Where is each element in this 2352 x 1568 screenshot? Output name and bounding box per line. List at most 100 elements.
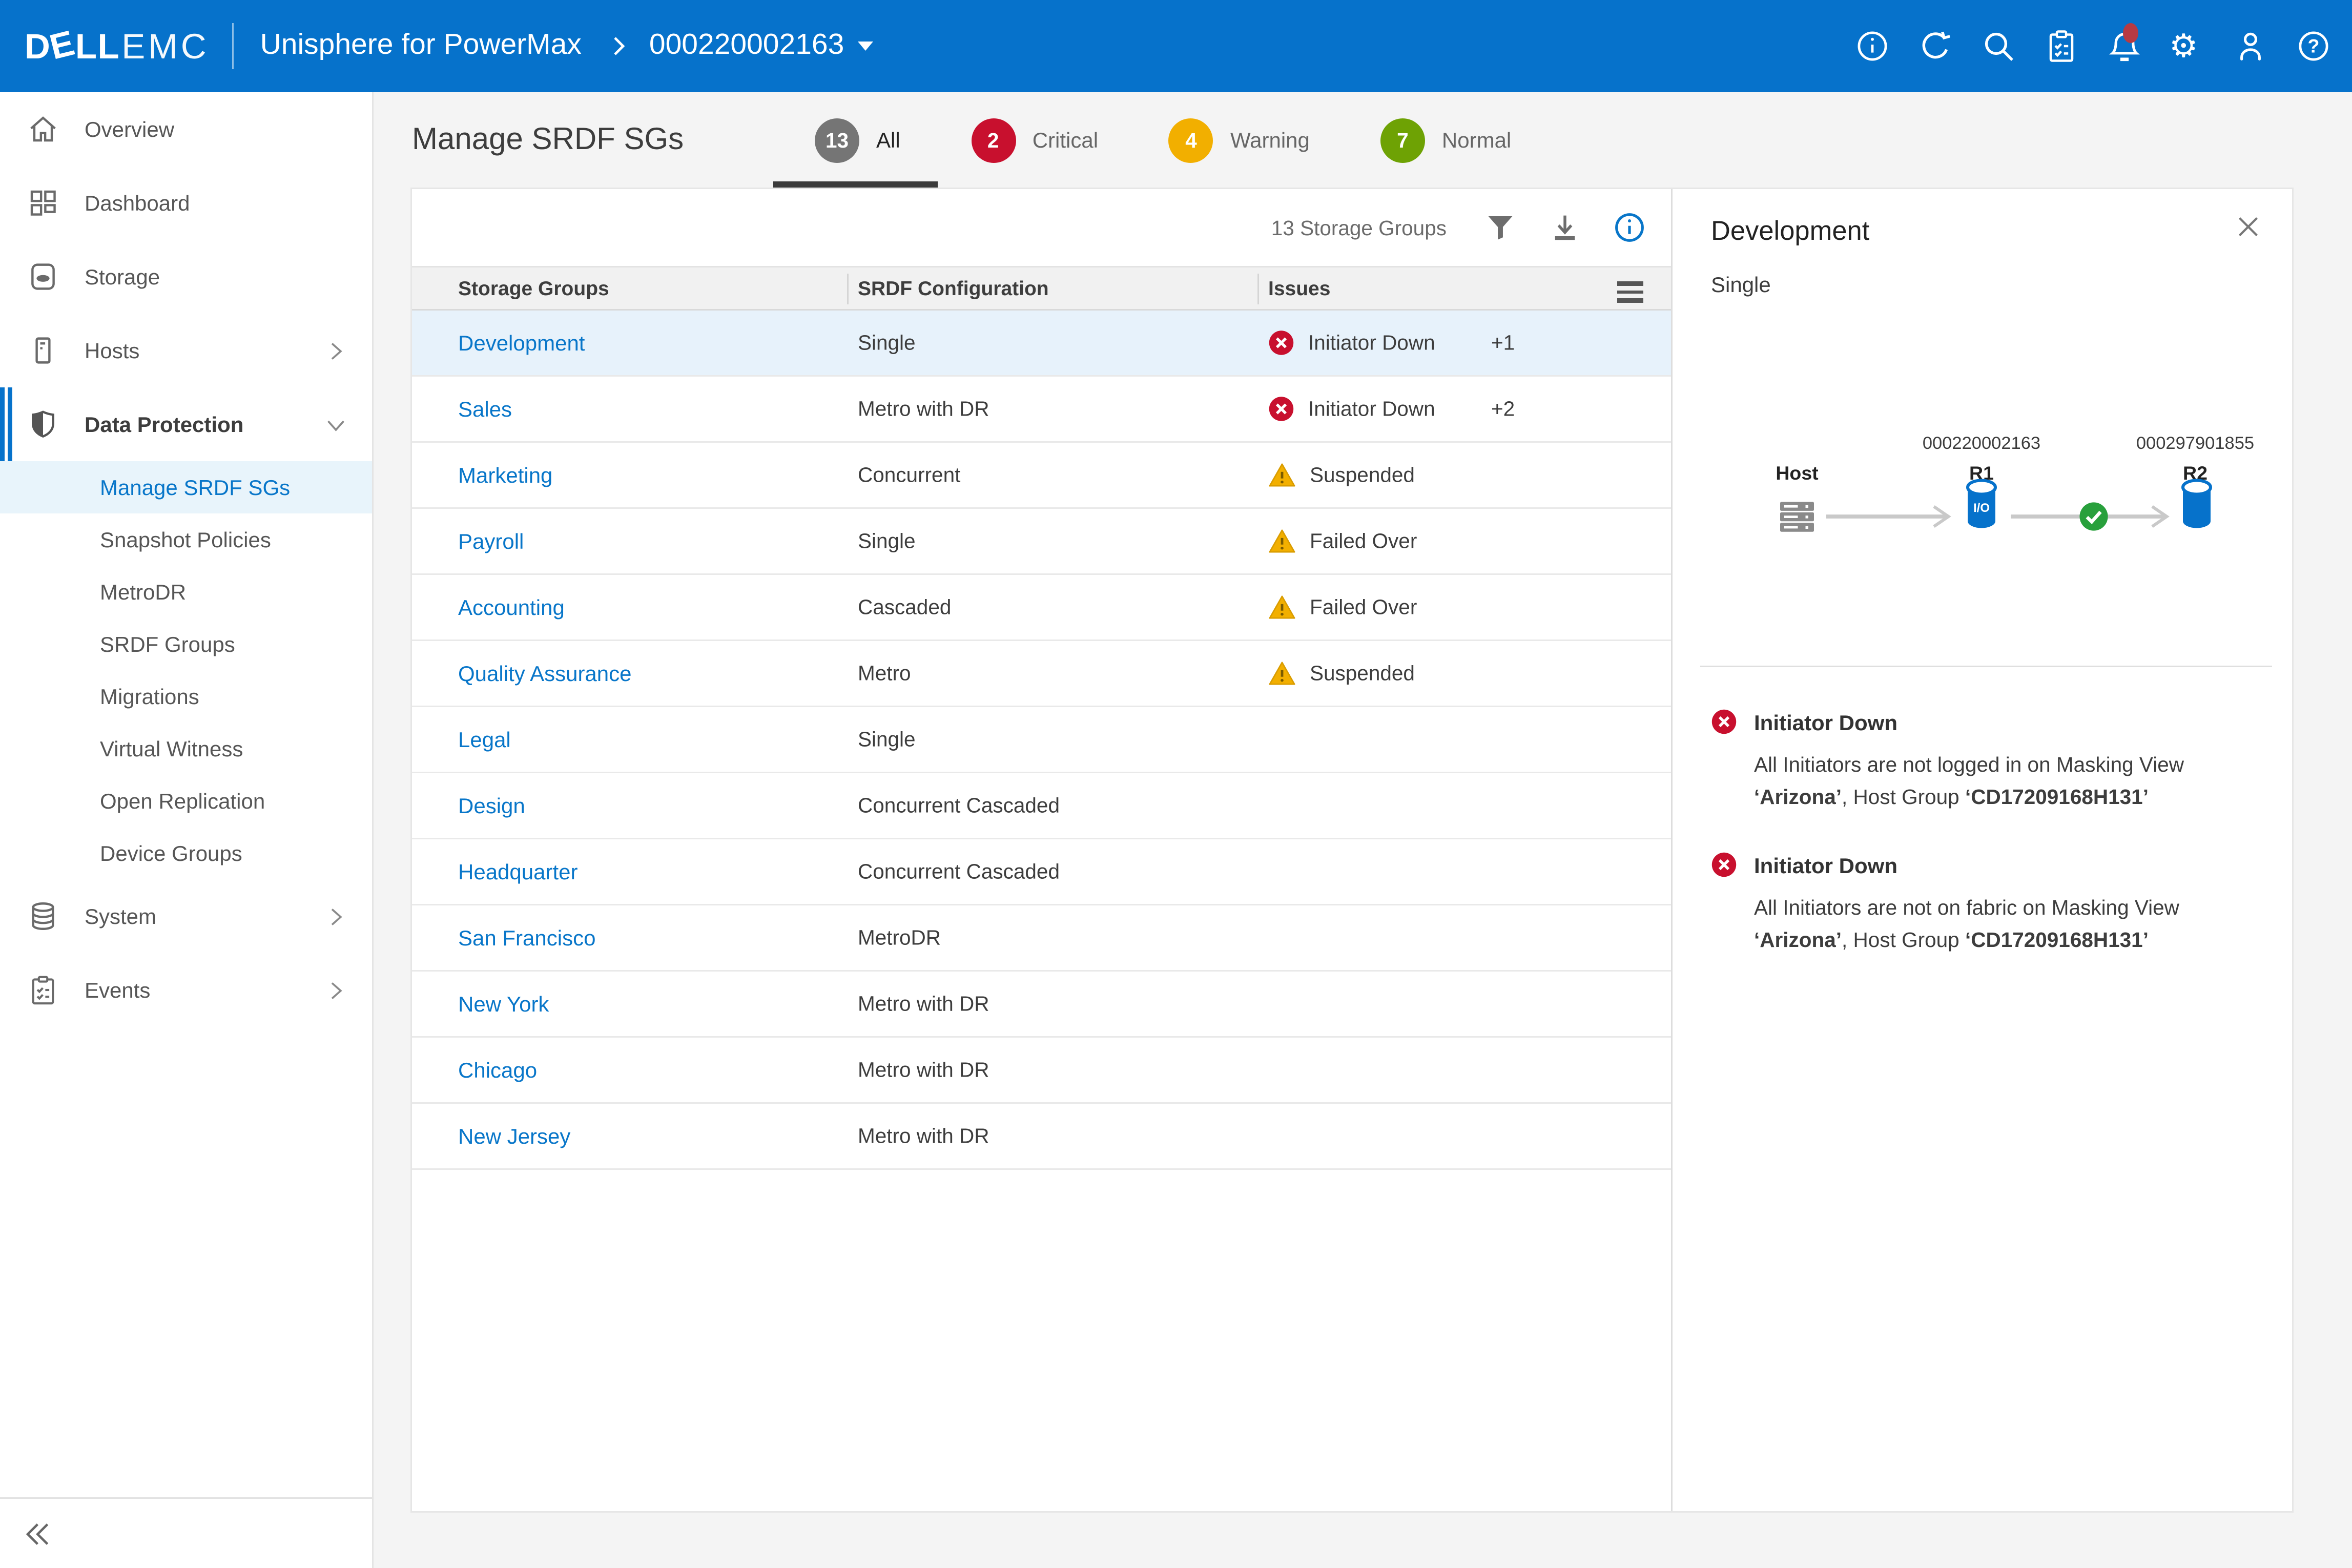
column-header-issues[interactable]: Issues <box>1268 267 1330 309</box>
array-selector[interactable]: 000220002163 <box>649 29 873 63</box>
active-nav-indicator <box>0 387 14 461</box>
home-icon <box>26 112 60 146</box>
tab-normal[interactable]: 7Normal <box>1380 118 1511 162</box>
sidebar-item-device-groups[interactable]: Device Groups <box>0 827 372 879</box>
alert-title: Initiator Down <box>1754 852 2258 881</box>
user-icon[interactable] <box>2232 28 2269 65</box>
close-icon[interactable] <box>2235 214 2261 240</box>
jobs-icon[interactable] <box>2043 28 2080 65</box>
table-row[interactable]: ChicagoMetro with DR <box>412 1038 1671 1104</box>
srdf-configuration-cell: Metro with DR <box>858 398 989 421</box>
sidebar-item-events[interactable]: Events <box>0 953 372 1027</box>
tab-warning[interactable]: 4Warning <box>1169 118 1310 162</box>
table-row[interactable]: PayrollSingleFailed Over <box>412 509 1671 575</box>
host-to-r1-arrow <box>1826 504 1962 529</box>
system-icon <box>26 899 60 933</box>
help-icon[interactable]: ? <box>2295 28 2332 65</box>
table-row[interactable]: SalesMetro with DRInitiator Down+2 <box>412 377 1671 443</box>
issue-label: Initiator Down <box>1308 398 1435 421</box>
sub-item-label: Virtual Witness <box>100 736 243 761</box>
storage-group-link[interactable]: Payroll <box>458 529 524 553</box>
sidebar-item-dashboard[interactable]: Dashboard <box>0 166 372 240</box>
storage-group-link[interactable]: San Francisco <box>458 925 595 950</box>
details-info-icon[interactable] <box>1613 211 1646 244</box>
srdf-configuration-cell: Concurrent <box>858 464 960 487</box>
sub-item-label: Migrations <box>100 684 199 709</box>
column-header-srdf-configuration[interactable]: SRDF Configuration <box>858 267 1049 309</box>
storage-group-link[interactable]: Marketing <box>458 463 552 487</box>
sidebar-item-overview[interactable]: Overview <box>0 92 372 166</box>
table-row[interactable]: San FranciscoMetroDR <box>412 905 1671 972</box>
column-header-storage-groups[interactable]: Storage Groups <box>458 267 609 309</box>
status-tab-bar: 13All 2Critical 4Warning 7Normal <box>815 92 1511 188</box>
table-row[interactable]: New YorkMetro with DR <box>412 972 1671 1038</box>
storage-group-link[interactable]: Design <box>458 793 525 818</box>
svg-text:?: ? <box>2308 35 2320 57</box>
tab-all[interactable]: 13All <box>815 118 900 162</box>
array-id-text: 000220002163 <box>649 29 844 63</box>
issue-label: Initiator Down <box>1308 332 1435 355</box>
srdf-configuration-cell: Concurrent Cascaded <box>858 794 1060 817</box>
warning-icon <box>1268 528 1296 554</box>
chevron-down-icon <box>858 42 873 51</box>
column-settings-icon[interactable] <box>1617 281 1643 307</box>
export-icon[interactable] <box>1548 211 1582 244</box>
r2-volume-icon <box>2178 478 2215 530</box>
warning-icon <box>1268 594 1296 621</box>
app-title: Unisphere for PowerMax <box>260 29 582 63</box>
table-row[interactable]: LegalSingle <box>412 707 1671 773</box>
alert-list: Initiator DownAll Initiators are not log… <box>1711 709 2258 995</box>
sidebar-item-manage-srdf-sgs[interactable]: Manage SRDF SGs <box>0 461 372 513</box>
notifications-icon[interactable] <box>2106 28 2143 65</box>
storage-group-link[interactable]: Legal <box>458 727 511 752</box>
info-icon[interactable] <box>1854 28 1891 65</box>
sidebar-item-data-protection[interactable]: Data Protection <box>0 387 372 461</box>
tab-critical[interactable]: 2Critical <box>971 118 1098 162</box>
sidebar-item-label: Data Protection <box>85 412 243 437</box>
table-row[interactable]: Marketing Concurrent Suspended <box>412 443 1671 509</box>
issue-label: Suspended <box>1310 464 1415 487</box>
shield-icon <box>26 407 60 441</box>
sidebar-item-storage[interactable]: Storage <box>0 240 372 314</box>
sidebar-item-metrodr[interactable]: MetroDR <box>0 566 372 618</box>
storage-group-link[interactable]: Quality Assurance <box>458 661 632 686</box>
storage-icon <box>26 260 60 294</box>
sidebar-item-hosts[interactable]: Hosts <box>0 314 372 387</box>
sidebar-collapse-button[interactable] <box>0 1497 372 1568</box>
sidebar-item-srdf-groups[interactable]: SRDF Groups <box>0 618 372 670</box>
page-title: Manage SRDF SGs <box>412 122 684 158</box>
storage-group-link[interactable]: Headquarter <box>458 859 577 884</box>
chevron-right-icon <box>324 905 347 928</box>
sidebar-item-migrations[interactable]: Migrations <box>0 670 372 723</box>
search-icon[interactable] <box>1980 28 2017 65</box>
storage-group-link[interactable]: Accounting <box>458 595 565 620</box>
alert-description: All Initiators are not on fabric on Mask… <box>1754 892 2258 956</box>
dell-logo-text: DELL <box>25 29 120 64</box>
table-row[interactable]: AccountingCascadedFailed Over <box>412 575 1671 641</box>
srdf-topology-diagram: 000220002163 000297901855 Host R1 R2 I/O <box>1673 435 2292 573</box>
r2-serial: 000297901855 <box>2136 435 2254 453</box>
table-row[interactable]: Quality AssuranceMetroSuspended <box>412 641 1671 707</box>
tab-count-badge: 2 <box>971 118 1016 162</box>
collapse-left-icon <box>20 1517 54 1551</box>
table-row[interactable]: Design Concurrent Cascaded <box>412 773 1671 839</box>
sidebar-item-system[interactable]: System <box>0 879 372 953</box>
sidebar-item-snapshot-policies[interactable]: Snapshot Policies <box>0 513 372 566</box>
gear-icon: ⚙ <box>2169 28 2198 65</box>
r1-volume-icon: I/O <box>1963 478 2000 530</box>
storage-group-link[interactable]: Sales <box>458 397 512 421</box>
storage-group-link[interactable]: New Jersey <box>458 1124 570 1148</box>
refresh-icon[interactable] <box>1917 28 1954 65</box>
sidebar-item-open-replication[interactable]: Open Replication <box>0 775 372 827</box>
table-row[interactable]: DevelopmentSingleInitiator Down+1 <box>412 311 1671 377</box>
filter-icon[interactable] <box>1483 211 1517 244</box>
table-row[interactable]: New JerseyMetro with DR <box>412 1104 1671 1170</box>
sidebar-item-virtual-witness[interactable]: Virtual Witness <box>0 723 372 775</box>
settings-icon[interactable]: ⚙ <box>2169 28 2206 65</box>
storage-group-link[interactable]: Development <box>458 331 585 355</box>
issue-cell: Failed Over <box>1268 594 1417 621</box>
r1-serial: 000220002163 <box>1923 435 2040 453</box>
storage-group-link[interactable]: Chicago <box>458 1058 537 1082</box>
table-row[interactable]: HeadquarterConcurrent Cascaded <box>412 839 1671 905</box>
storage-group-link[interactable]: New York <box>458 992 549 1016</box>
